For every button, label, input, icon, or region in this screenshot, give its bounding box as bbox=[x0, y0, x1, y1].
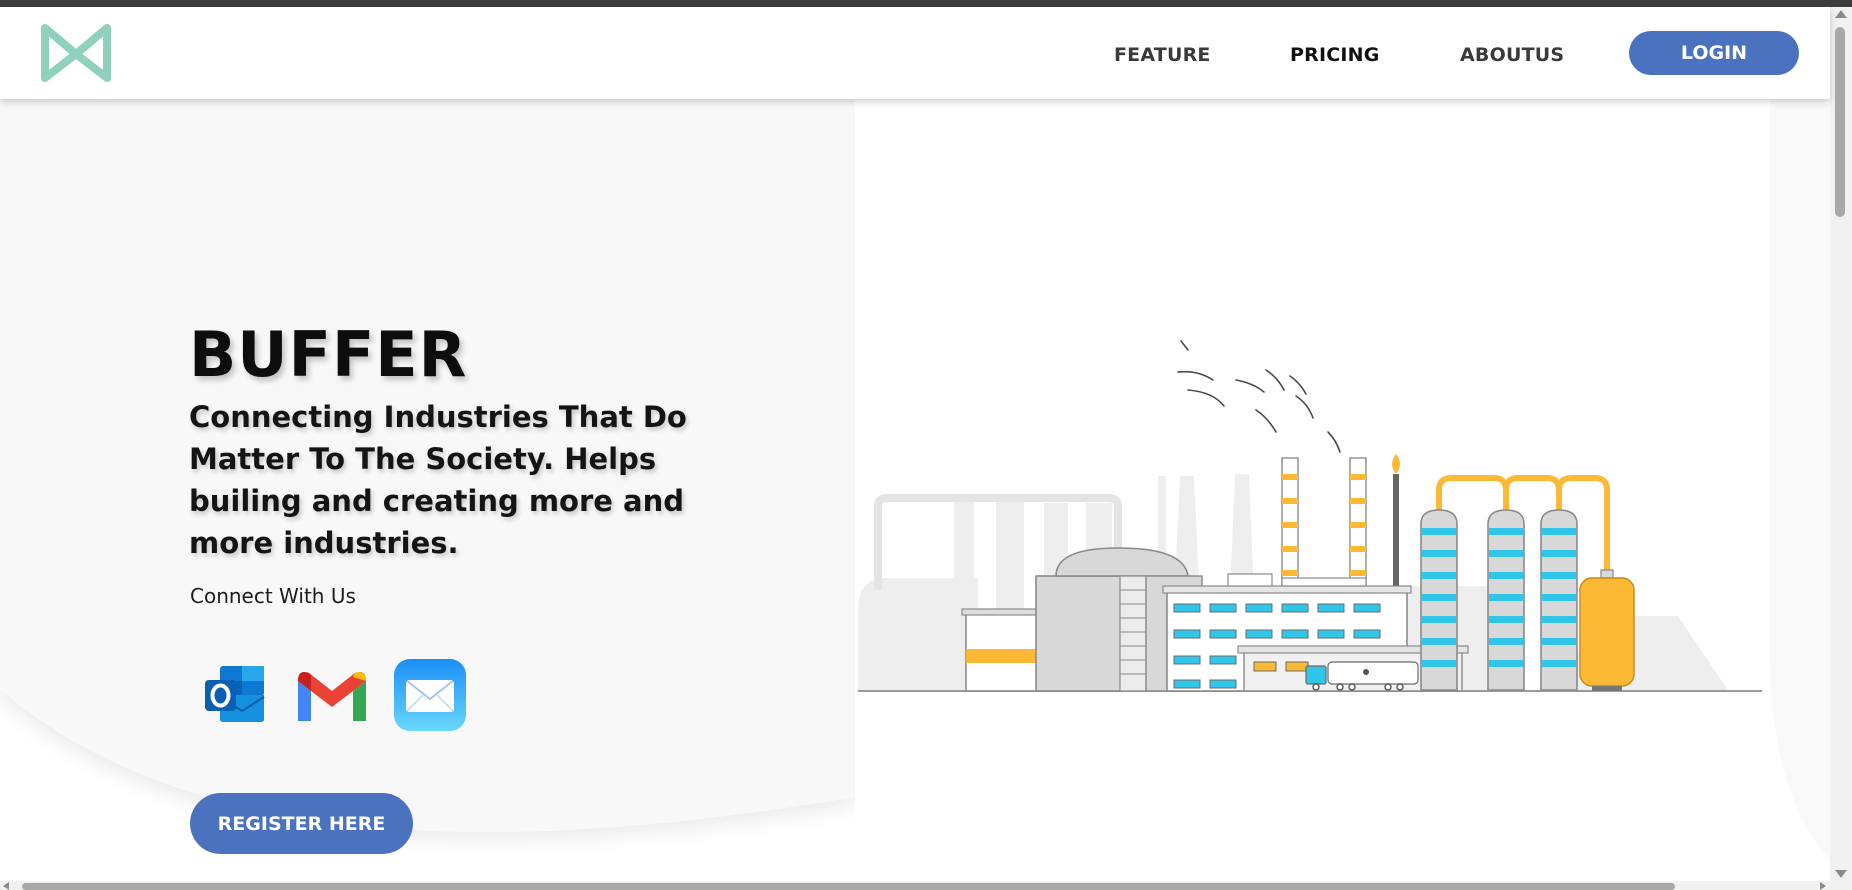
nav-feature-link[interactable]: FEATURE bbox=[1114, 44, 1211, 66]
scroll-left-arrow-icon[interactable] bbox=[3, 882, 9, 890]
browser-top-strip bbox=[0, 0, 1852, 7]
gmail-icon[interactable] bbox=[294, 657, 370, 733]
horizontal-scrollbar[interactable] bbox=[0, 881, 1852, 890]
mail-icon[interactable] bbox=[392, 657, 468, 733]
scroll-up-arrow-icon[interactable] bbox=[1835, 10, 1847, 18]
register-button[interactable]: REGISTER HERE bbox=[190, 793, 413, 854]
hero-tagline: Connecting Industries That Do Matter To … bbox=[189, 400, 687, 560]
nav-pricing-link[interactable]: PRICING bbox=[1290, 44, 1380, 66]
vertical-scrollbar[interactable] bbox=[1830, 7, 1852, 881]
horizontal-scroll-thumb[interactable] bbox=[22, 883, 1675, 890]
scroll-down-arrow-icon[interactable] bbox=[1835, 870, 1847, 878]
login-button[interactable]: LOGIN bbox=[1629, 31, 1799, 75]
nav-aboutus-link[interactable]: ABOUTUS bbox=[1460, 44, 1564, 66]
top-navbar: FEATURE PRICING ABOUTUS LOGIN bbox=[0, 7, 1830, 99]
vertical-scroll-thumb[interactable] bbox=[1835, 27, 1845, 217]
hero-title: BUFFER bbox=[189, 318, 468, 391]
m-bowtie-logo-icon[interactable] bbox=[38, 20, 114, 86]
outlook-icon[interactable] bbox=[198, 657, 274, 733]
factory-illustration bbox=[858, 340, 1762, 692]
scroll-right-arrow-icon[interactable] bbox=[1820, 882, 1826, 890]
connect-with-us-label: Connect With Us bbox=[190, 584, 356, 608]
